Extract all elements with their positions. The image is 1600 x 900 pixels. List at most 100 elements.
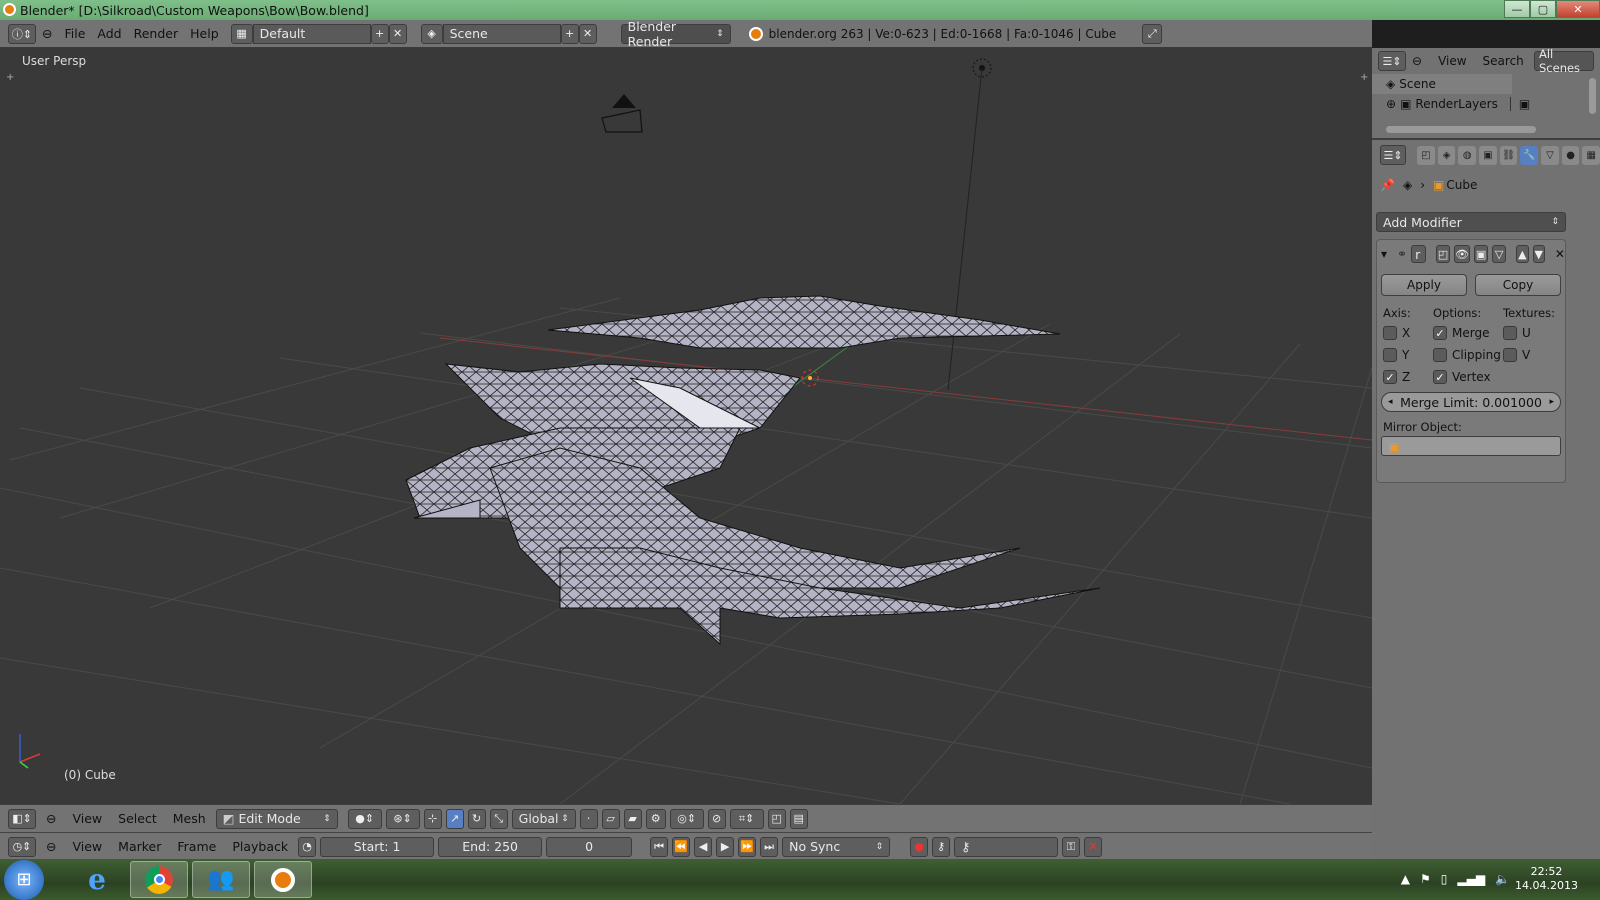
jump-end-icon[interactable]: ⏭: [760, 836, 779, 857]
modifier-name-field[interactable]: r: [1411, 245, 1426, 263]
cage-toggle-icon[interactable]: ▽: [1492, 245, 1507, 263]
data-tab-icon[interactable]: ▽: [1541, 145, 1559, 165]
proportional-edit-icon[interactable]: ◎⇕: [669, 808, 704, 829]
screen-layout-field[interactable]: Default: [252, 23, 371, 44]
merge-checkbox[interactable]: ✓ Merge: [1433, 322, 1503, 344]
orientation-select[interactable]: Global ⇕: [511, 808, 576, 829]
pivot-point-icon[interactable]: ⊛⇕: [385, 808, 420, 829]
camera-object[interactable]: [601, 94, 643, 133]
delete-keyframe-icon[interactable]: ✕: [1084, 836, 1103, 857]
device-icon[interactable]: ▯: [1441, 872, 1448, 886]
vertex-select-icon[interactable]: ⋅: [579, 808, 598, 829]
outliner-h-scrollbar[interactable]: [1386, 126, 1536, 133]
render-engine-select[interactable]: Blender Render ⇕: [620, 19, 731, 49]
menu-playback[interactable]: Playback: [226, 837, 294, 857]
snap-element-icon[interactable]: ⌗⇕: [729, 808, 764, 829]
screen-layout-icon[interactable]: ▦: [230, 23, 253, 44]
collapse-menus-icon[interactable]: ⊖: [36, 24, 58, 44]
keying-set-icon[interactable]: ⚷: [932, 836, 951, 857]
menu-mesh[interactable]: Mesh: [167, 809, 212, 829]
preview-range-icon[interactable]: ◔: [298, 836, 317, 857]
render-tab-icon[interactable]: ◰: [1417, 145, 1435, 165]
material-tab-icon[interactable]: ●: [1561, 145, 1580, 165]
modifiers-tab-icon[interactable]: 🔧: [1520, 145, 1539, 165]
start-frame-field[interactable]: Start: 1: [320, 836, 435, 857]
apply-button[interactable]: Apply: [1381, 274, 1467, 296]
action-center-flag-icon[interactable]: ⚑: [1420, 872, 1431, 886]
collapse-menus-icon[interactable]: ⊖: [40, 809, 62, 829]
add-modifier-select[interactable]: Add Modifier ⇕: [1376, 212, 1566, 232]
chevron-right-icon[interactable]: ▸: [1549, 397, 1554, 407]
expand-icon[interactable]: ⊕: [1386, 97, 1396, 111]
start-button[interactable]: ⊞: [4, 859, 44, 900]
remove-modifier-icon[interactable]: ✕: [1555, 247, 1565, 261]
clipping-checkbox[interactable]: Clipping: [1433, 344, 1503, 366]
menu-add[interactable]: Add: [91, 24, 127, 44]
record-icon[interactable]: ●: [910, 836, 929, 857]
merge-limit-field[interactable]: ◂ Merge Limit: 0.001000 ▸: [1381, 392, 1561, 412]
menu-view[interactable]: View: [66, 809, 108, 829]
volume-icon[interactable]: 🔈: [1495, 872, 1510, 886]
snap-toggle-icon[interactable]: ⊘: [707, 808, 726, 829]
render-toggle-icon[interactable]: ◰: [1436, 245, 1451, 263]
maximize-button[interactable]: ▢: [1530, 0, 1556, 18]
scale-manipulator-icon[interactable]: ⤡: [489, 808, 508, 829]
add-scene-icon[interactable]: +: [560, 23, 579, 44]
collapse-menus-icon[interactable]: ⊖: [1412, 54, 1422, 68]
world-tab-icon[interactable]: ◍: [1458, 145, 1477, 165]
viewport-properties-toggle-icon[interactable]: +: [1360, 72, 1368, 83]
face-select-icon[interactable]: ▰: [623, 808, 642, 829]
outliner-v-scrollbar[interactable]: [1589, 78, 1596, 114]
show-hidden-icons-icon[interactable]: ▲: [1401, 872, 1410, 886]
editor-type-timeline-icon[interactable]: ◷⇕: [8, 836, 36, 857]
collapse-menus-icon[interactable]: ⊖: [40, 837, 62, 857]
render-opengl-icon[interactable]: ◰: [767, 808, 786, 829]
scene-icon[interactable]: ◈: [420, 23, 443, 44]
outliner-item-scene[interactable]: ◈ Scene: [1372, 74, 1512, 94]
network-icon[interactable]: ▂▄▆: [1457, 872, 1485, 886]
editor-type-outliner-icon[interactable]: ☰⇕: [1378, 51, 1406, 71]
sync-select[interactable]: No Sync ⇕: [782, 836, 891, 857]
keying-set-field[interactable]: ⚷: [954, 836, 1059, 857]
remove-scene-icon[interactable]: ✕: [578, 23, 597, 44]
editor-type-3dview-icon[interactable]: ◧⇕: [8, 808, 36, 829]
minimize-button[interactable]: —: [1504, 0, 1530, 18]
pin-icon[interactable]: 📌: [1380, 178, 1395, 192]
insert-keyframe-icon[interactable]: ⚿: [1062, 836, 1081, 857]
viewport-tools-toggle-icon[interactable]: +: [6, 72, 14, 83]
render-animation-icon[interactable]: ▤: [789, 808, 808, 829]
editmode-toggle-icon[interactable]: ▣: [1474, 245, 1489, 263]
internet-explorer-icon[interactable]: e: [68, 861, 126, 898]
jump-start-icon[interactable]: ⏮: [650, 836, 669, 857]
collapse-arrow-icon[interactable]: ▾: [1381, 247, 1387, 261]
display-mode-select[interactable]: All Scenes: [1534, 47, 1594, 75]
chevron-left-icon[interactable]: ◂: [1388, 397, 1393, 407]
3d-viewport[interactable]: + + User Persp (0) Cube: [0, 48, 1372, 804]
fullscreen-icon[interactable]: ⤢: [1142, 23, 1163, 44]
scene-tab-icon[interactable]: ◈: [1437, 145, 1456, 165]
current-frame-field[interactable]: 0: [546, 836, 633, 857]
axis-x-checkbox[interactable]: X: [1383, 322, 1433, 344]
mirror-object-field[interactable]: ▣: [1381, 436, 1561, 456]
menu-frame[interactable]: Frame: [171, 837, 222, 857]
texture-u-checkbox[interactable]: U: [1503, 322, 1531, 344]
move-down-icon[interactable]: ▼: [1532, 245, 1545, 263]
outliner-menu-search[interactable]: Search: [1483, 54, 1524, 68]
menu-file[interactable]: File: [58, 24, 91, 44]
jump-keyframe-forward-icon[interactable]: ⏩: [738, 836, 757, 857]
outliner-item-renderlayers[interactable]: ⊕ ▣ RenderLayers ▣: [1372, 94, 1600, 114]
editor-type-properties-icon[interactable]: ☰⇕: [1380, 145, 1407, 165]
taskbar-clock[interactable]: 22:52 14.04.2013: [1515, 865, 1578, 893]
manipulator-icon[interactable]: ⊹: [423, 808, 442, 829]
occlude-geometry-icon[interactable]: ⚙: [645, 808, 666, 829]
viewport-shading-icon[interactable]: ●⇕: [347, 808, 382, 829]
edge-select-icon[interactable]: ▱: [601, 808, 620, 829]
menu-render[interactable]: Render: [128, 24, 185, 44]
jump-keyframe-back-icon[interactable]: ⏪: [672, 836, 691, 857]
renderlayer-toggle-icon[interactable]: ▣: [1509, 97, 1530, 111]
axis-z-checkbox[interactable]: ✓ Z: [1383, 366, 1433, 388]
remove-layout-icon[interactable]: ✕: [388, 23, 407, 44]
copy-button[interactable]: Copy: [1475, 274, 1561, 296]
viewport-toggle-icon[interactable]: 👁: [1454, 245, 1471, 263]
mode-select[interactable]: ◩ Edit Mode ⇕: [215, 808, 338, 829]
